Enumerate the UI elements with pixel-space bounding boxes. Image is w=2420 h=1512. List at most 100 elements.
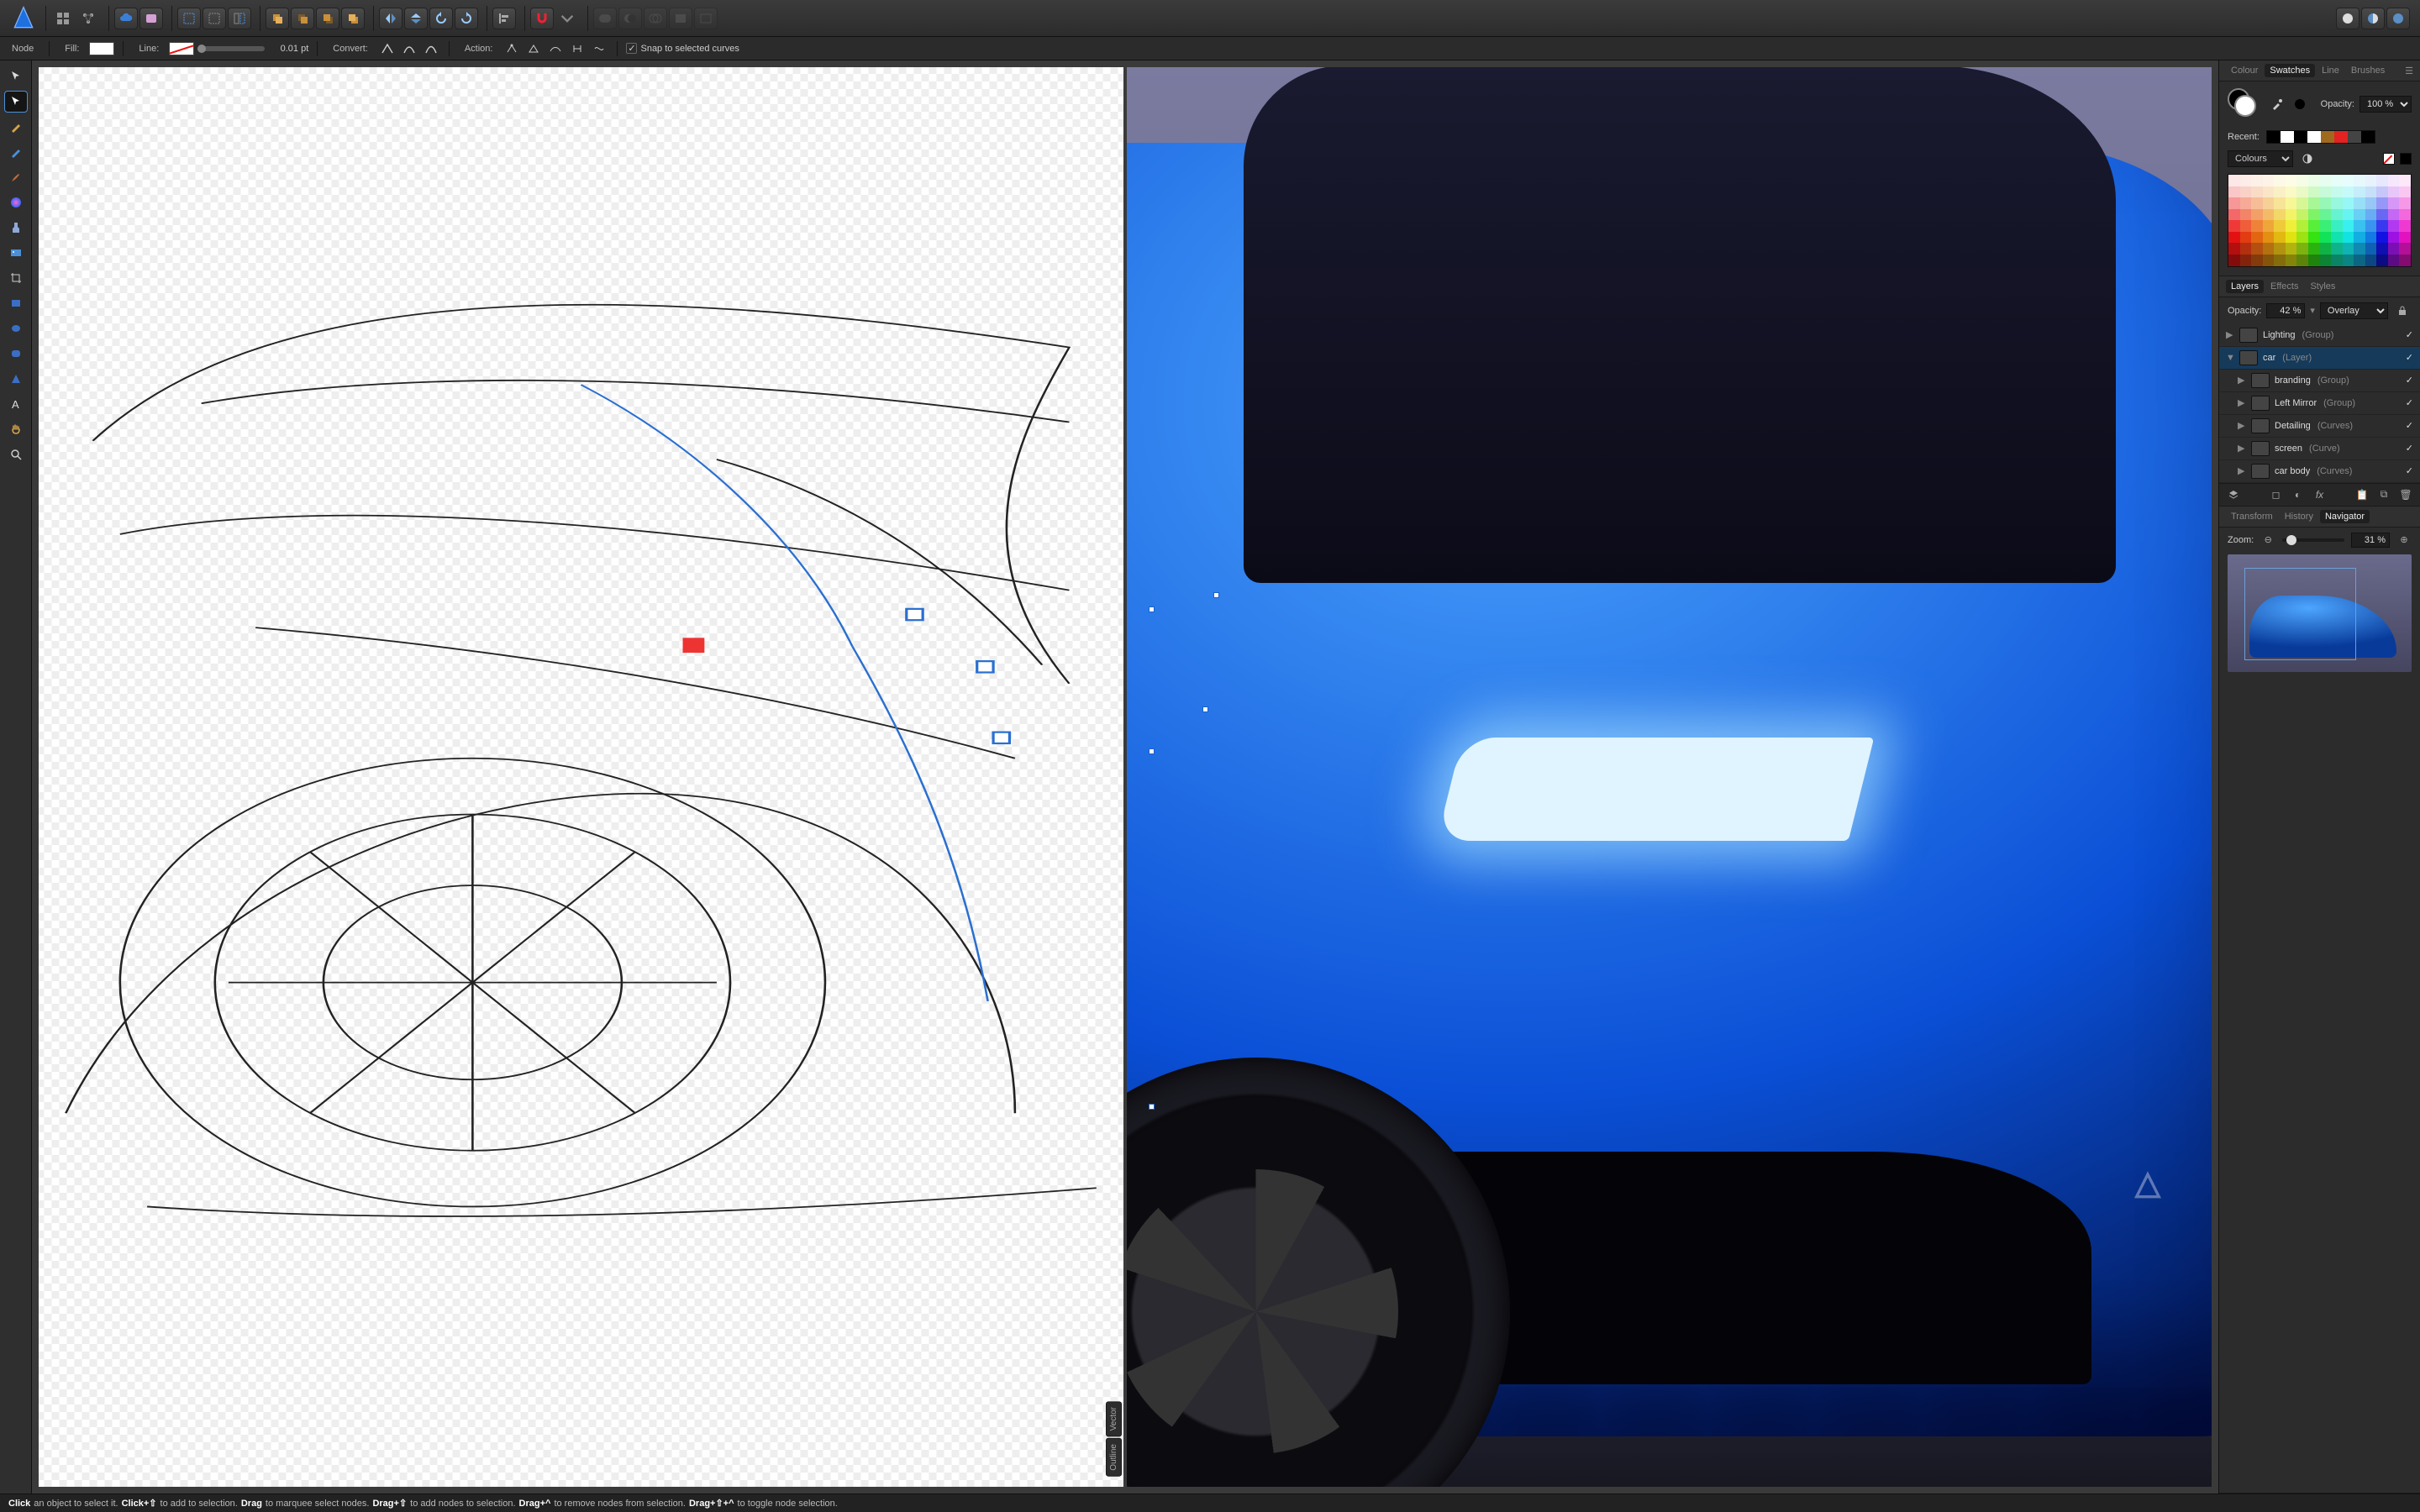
swatch-cell[interactable] [2263, 197, 2275, 209]
layer-row[interactable]: ▶Left Mirror(Group)✓ [2219, 392, 2420, 415]
color-swatch-grid[interactable] [2228, 174, 2412, 267]
recent-swatch[interactable] [2267, 131, 2281, 143]
triangle-tool[interactable] [4, 368, 28, 390]
swatch-cell[interactable] [2399, 232, 2411, 244]
crop-tool[interactable] [4, 267, 28, 289]
swatch-cell[interactable] [2399, 175, 2411, 186]
swatch-cell[interactable] [2399, 186, 2411, 198]
action-reverse-icon[interactable] [590, 40, 608, 57]
place-image-tool[interactable] [4, 242, 28, 264]
swatch-cell[interactable] [2296, 175, 2308, 186]
swatch-cell[interactable] [2365, 209, 2377, 221]
swatch-cell[interactable] [2274, 175, 2286, 186]
swatch-cell[interactable] [2399, 243, 2411, 255]
swatch-cell[interactable] [2286, 220, 2297, 232]
boolean-xor-icon[interactable] [669, 8, 692, 29]
snapping-toggle-icon[interactable] [530, 8, 554, 29]
swatch-cell[interactable] [2388, 186, 2400, 198]
swatch-cell[interactable] [2263, 243, 2275, 255]
recent-swatch[interactable] [2348, 131, 2361, 143]
fill-tool[interactable] [4, 192, 28, 213]
swatch-cell[interactable] [2296, 255, 2308, 266]
swatch-cell[interactable] [2274, 255, 2286, 266]
swatch-cell[interactable] [2354, 220, 2365, 232]
line-swatch[interactable] [169, 42, 194, 55]
swatch-cell[interactable] [2376, 209, 2388, 221]
swatch-cell[interactable] [2388, 209, 2400, 221]
visibility-toggle[interactable]: ✓ [2406, 465, 2413, 476]
swatch-cell[interactable] [2308, 209, 2320, 221]
arrange-front-icon[interactable] [266, 8, 289, 29]
swatch-cell[interactable] [2296, 197, 2308, 209]
disclosure-icon[interactable]: ▶ [2238, 443, 2246, 454]
swatch-cell[interactable] [2286, 232, 2297, 244]
tab-navigator[interactable]: Navigator [2320, 510, 2370, 523]
disclosure-icon[interactable]: ▶ [2238, 420, 2246, 431]
visibility-toggle[interactable]: ✓ [2406, 443, 2413, 454]
swatch-cell[interactable] [2343, 232, 2354, 244]
swatch-cell[interactable] [2240, 175, 2252, 186]
swatch-cell[interactable] [2251, 186, 2263, 198]
zoom-tool[interactable] [4, 444, 28, 465]
swatch-cell[interactable] [2308, 175, 2320, 186]
boolean-divide-icon[interactable] [694, 8, 718, 29]
swatch-cell[interactable] [2354, 232, 2365, 244]
swatch-cell[interactable] [2263, 232, 2275, 244]
recent-swatches[interactable] [2266, 130, 2375, 144]
arrange-backward-icon[interactable] [316, 8, 339, 29]
text-tool[interactable]: A [4, 393, 28, 415]
palette-options-icon[interactable] [2298, 150, 2317, 167]
recent-swatch[interactable] [2334, 131, 2348, 143]
lock-layer-icon[interactable] [2393, 302, 2412, 319]
layer-opacity-input[interactable] [2266, 303, 2305, 318]
swatch-cell[interactable] [2274, 220, 2286, 232]
swatch-cell[interactable] [2376, 255, 2388, 266]
swatch-cell[interactable] [2399, 220, 2411, 232]
swatch-cell[interactable] [2240, 186, 2252, 198]
swatches-palette-icon[interactable] [139, 8, 163, 29]
deselect-icon[interactable] [203, 8, 226, 29]
zoom-input[interactable] [2351, 533, 2390, 548]
flip-vertical-icon[interactable] [404, 8, 428, 29]
swatch-cell[interactable] [2320, 186, 2332, 198]
swatch-cell[interactable] [2308, 186, 2320, 198]
recent-swatch[interactable] [2307, 131, 2321, 143]
swatch-cell[interactable] [2263, 209, 2275, 221]
swatch-cell[interactable] [2263, 186, 2275, 198]
swatch-cell[interactable] [2343, 220, 2354, 232]
swatch-cell[interactable] [2286, 255, 2297, 266]
swatch-cell[interactable] [2354, 197, 2365, 209]
swatch-cell[interactable] [2251, 232, 2263, 244]
swatch-cell[interactable] [2251, 255, 2263, 266]
swatch-cell[interactable] [2286, 243, 2297, 255]
delete-layer-icon[interactable]: 🗑 [2398, 487, 2413, 502]
swatch-cell[interactable] [2263, 255, 2275, 266]
visibility-toggle[interactable]: ✓ [2406, 397, 2413, 408]
layer-row[interactable]: ▶Detailing(Curves)✓ [2219, 415, 2420, 438]
navigator-thumbnail[interactable] [2228, 554, 2412, 672]
clipboard-icon[interactable]: 📋 [2354, 487, 2370, 502]
swatch-cell[interactable] [2399, 255, 2411, 266]
select-similar-icon[interactable] [228, 8, 251, 29]
swatch-cell[interactable] [2376, 232, 2388, 244]
swatch-cell[interactable] [2399, 197, 2411, 209]
boolean-intersect-icon[interactable] [644, 8, 667, 29]
swatch-cell[interactable] [2331, 232, 2343, 244]
snap-to-curves-toggle[interactable]: Snap to selected curves [626, 43, 739, 54]
tab-brushes[interactable]: Brushes [2346, 64, 2390, 77]
select-all-icon[interactable] [177, 8, 201, 29]
swatch-cell[interactable] [2343, 243, 2354, 255]
action-close-icon[interactable] [524, 40, 543, 57]
fx-icon[interactable]: fx [2312, 487, 2328, 502]
swatch-cell[interactable] [2228, 243, 2240, 255]
swatch-cell[interactable] [2354, 243, 2365, 255]
pen-tool[interactable] [4, 116, 28, 138]
swatch-cell[interactable] [2228, 255, 2240, 266]
swatch-cell[interactable] [2320, 255, 2332, 266]
grid-toggle-icon[interactable] [51, 8, 75, 29]
swatch-cell[interactable] [2274, 197, 2286, 209]
view-mode-3-icon[interactable] [2386, 8, 2410, 29]
visibility-toggle[interactable]: ✓ [2406, 375, 2413, 386]
swatch-cell[interactable] [2296, 209, 2308, 221]
stroke-width-slider[interactable] [197, 46, 265, 51]
